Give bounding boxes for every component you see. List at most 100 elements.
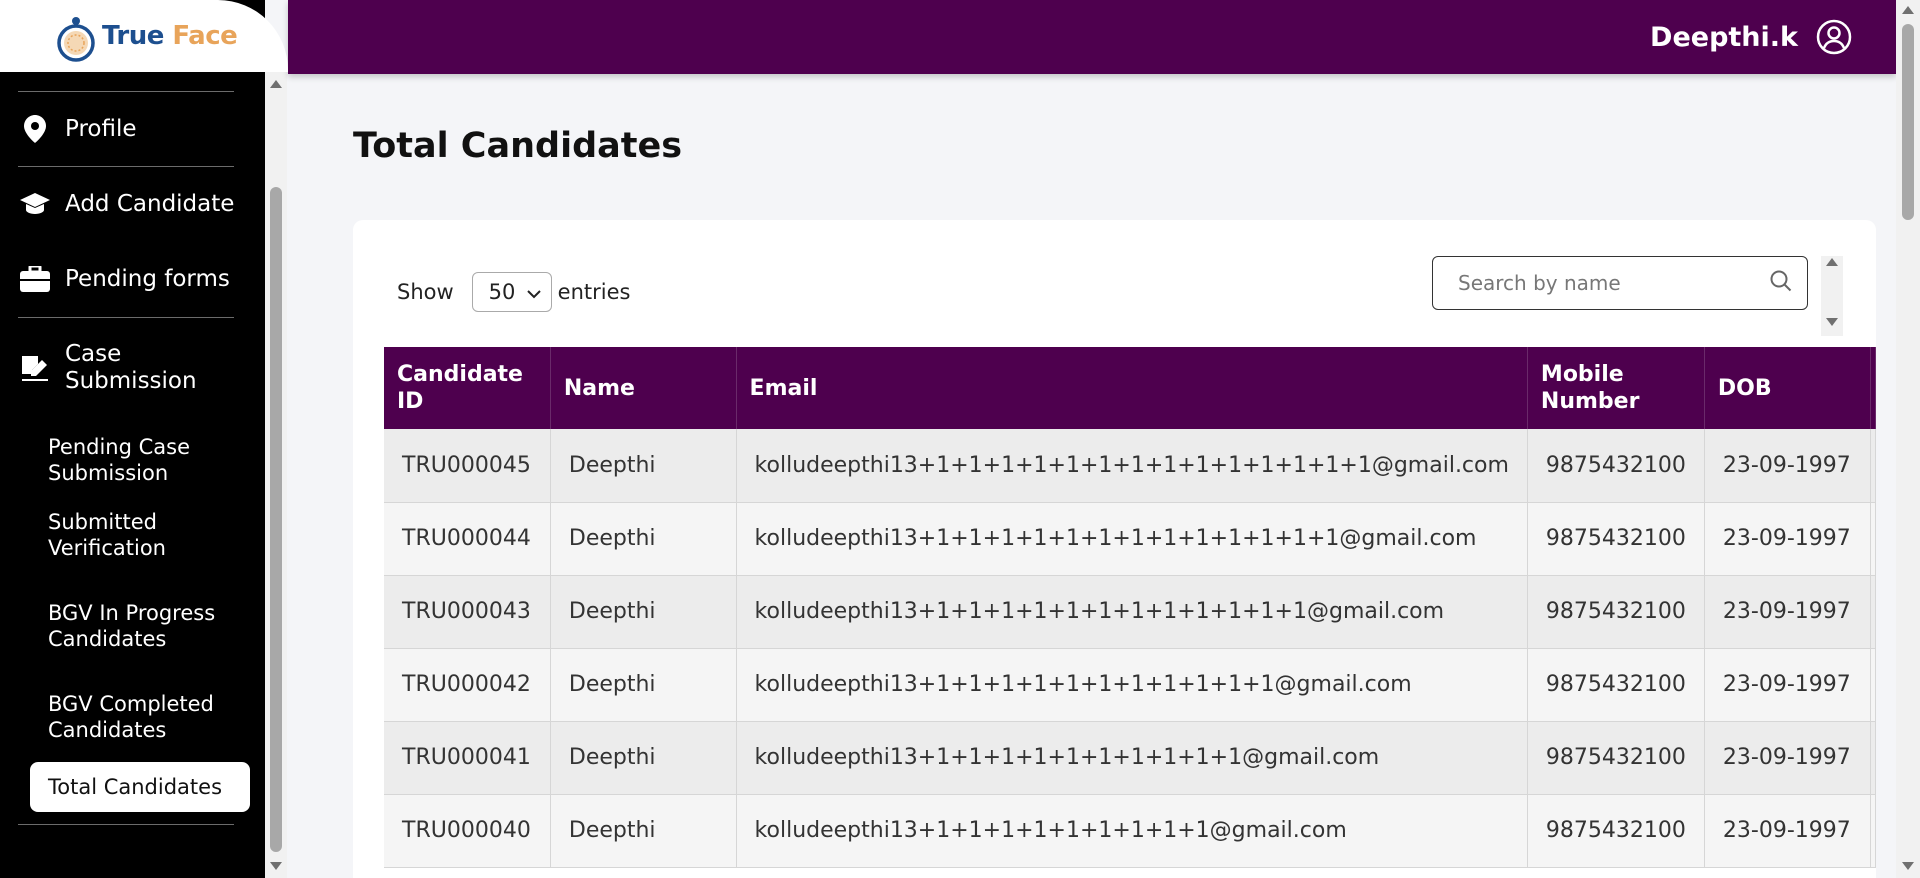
cell-mobile-number: 9875432100 [1527,648,1705,722]
sidebar: Profile Add Candidate Pending forms Case… [0,0,265,878]
table-row[interactable]: TRU000041 Deepthi kolludeepthi13+1+1+1+1… [384,721,1876,795]
show-label: Show [397,280,454,304]
cell-overflow [1870,575,1876,649]
scroll-down-arrow-icon[interactable] [1902,862,1914,870]
page-scrollbar[interactable] [1896,0,1920,878]
top-header: Deepthi.k [288,0,1896,74]
search-icon[interactable] [1769,269,1793,297]
scroll-down-arrow-icon[interactable] [1826,318,1838,326]
scrollbar-thumb[interactable] [1902,24,1914,220]
sidebar-item-add-candidate[interactable]: Add Candidate [0,167,265,241]
cell-name: Deepthi [550,794,737,868]
cell-candidate-id: TRU000041 [384,721,551,795]
cell-dob: 23-09-1997 [1704,794,1872,868]
sidebar-item-label: Pending forms [65,266,230,292]
cell-overflow [1870,648,1876,722]
sidebar-subitem-submitted-verification[interactable]: Submitted Verification [0,509,265,600]
cell-overflow [1870,429,1876,503]
cell-email: kolludeepthi13+1+1+1+1+1+1+1+1+1+1@gmail… [736,721,1528,795]
search-box[interactable] [1432,256,1808,310]
column-header-candidate-id[interactable]: Candidate ID [384,347,551,429]
brand-name-part2: Face [163,21,238,51]
user-name[interactable]: Deepthi.k [1650,22,1798,53]
user-avatar-icon[interactable] [1816,19,1852,55]
table-row[interactable]: TRU000045 Deepthi kolludeepthi13+1+1+1+1… [384,429,1876,503]
search-area-scrollbar[interactable] [1821,256,1843,336]
search-input[interactable] [1458,271,1769,295]
cell-email: kolludeepthi13+1+1+1+1+1+1+1+1+1+1+1+1+1… [736,429,1528,503]
briefcase-icon [20,264,50,294]
logo[interactable]: True Face [0,0,288,72]
column-header-name[interactable]: Name [550,347,737,429]
cell-name: Deepthi [550,648,737,722]
sidebar-subitem-label: BGV In Progress Candidates [48,601,216,651]
page-title: Total Candidates [353,126,683,166]
cell-overflow [1870,721,1876,795]
candidates-card: Show 50 entries Candidate ID Name Email … [353,220,1876,878]
scroll-up-arrow-icon[interactable] [1826,258,1838,266]
cell-name: Deepthi [550,575,737,649]
scrollbar-thumb[interactable] [270,187,282,852]
brand-name-part1: True [102,21,164,51]
table-row[interactable]: TRU000044 Deepthi kolludeepthi13+1+1+1+1… [384,502,1876,576]
cell-mobile-number: 9875432100 [1527,575,1705,649]
column-header-email[interactable]: Email [736,347,1528,429]
scroll-up-arrow-icon[interactable] [1902,6,1914,14]
candidates-table: Candidate ID Name Email Mobile Number DO… [384,347,1876,868]
cell-overflow [1870,794,1876,868]
cell-dob: 23-09-1997 [1704,502,1872,576]
sidebar-subitem-label: BGV Completed Candidates [48,692,214,742]
entries-select[interactable]: 50 [471,272,552,312]
cell-overflow [1870,502,1876,576]
entries-label: entries [557,280,631,304]
sidebar-item-pending-forms[interactable]: Pending forms [0,241,265,317]
sidebar-subitem-label: Total Candidates [48,775,223,799]
cell-mobile-number: 9875432100 [1527,721,1705,795]
chevron-down-icon [526,280,541,304]
table-header-row: Candidate ID Name Email Mobile Number DO… [384,347,1876,429]
sidebar-item-case-submission[interactable]: Case Submission [0,318,265,418]
sidebar-subitem-pending-case-submission[interactable]: Pending Case Submission [0,418,265,509]
cell-name: Deepthi [550,502,737,576]
sidebar-subitem-bgv-completed[interactable]: BGV Completed Candidates [0,691,265,762]
cell-dob: 23-09-1997 [1704,575,1872,649]
cell-mobile-number: 9875432100 [1527,429,1705,503]
cell-email: kolludeepthi13+1+1+1+1+1+1+1+1+1@gmail.c… [736,794,1528,868]
sidebar-item-label: Profile [65,116,137,142]
table-row[interactable]: TRU000043 Deepthi kolludeepthi13+1+1+1+1… [384,575,1876,649]
cell-name: Deepthi [550,429,737,503]
sidebar-item-profile[interactable]: Profile [0,92,265,166]
sidebar-nav: Profile Add Candidate Pending forms Case… [0,72,265,825]
sidebar-subitem-bgv-in-progress[interactable]: BGV In Progress Candidates [0,600,265,691]
cell-mobile-number: 9875432100 [1527,794,1705,868]
cell-dob: 23-09-1997 [1704,429,1872,503]
cell-dob: 23-09-1997 [1704,648,1872,722]
scroll-up-arrow-icon[interactable] [270,80,282,88]
sidebar-item-label: Case Submission [65,341,197,394]
sidebar-scrollbar[interactable] [265,72,287,878]
cell-candidate-id: TRU000043 [384,575,551,649]
cell-email: kolludeepthi13+1+1+1+1+1+1+1+1+1+1+1+1@g… [736,575,1528,649]
cell-email: kolludeepthi13+1+1+1+1+1+1+1+1+1+1+1@gma… [736,648,1528,722]
cell-candidate-id: TRU000042 [384,648,551,722]
table-row[interactable]: TRU000040 Deepthi kolludeepthi13+1+1+1+1… [384,794,1876,868]
column-header-overflow [1870,347,1876,429]
cell-candidate-id: TRU000045 [384,429,551,503]
brand-name: True Face [102,21,238,51]
logo-icon [56,16,96,62]
cell-mobile-number: 9875432100 [1527,502,1705,576]
cell-dob: 23-09-1997 [1704,721,1872,795]
column-header-dob[interactable]: DOB [1704,347,1872,429]
entries-control: Show 50 entries [397,272,630,312]
table-row[interactable]: TRU000042 Deepthi kolludeepthi13+1+1+1+1… [384,648,1876,722]
cell-name: Deepthi [550,721,737,795]
scroll-down-arrow-icon[interactable] [270,862,282,870]
column-header-mobile-number[interactable]: Mobile Number [1527,347,1705,429]
cell-candidate-id: TRU000044 [384,502,551,576]
sidebar-item-label: Add Candidate [65,191,235,217]
signature-icon [20,353,50,383]
cell-candidate-id: TRU000040 [384,794,551,868]
sidebar-subitem-total-candidates[interactable]: Total Candidates [30,762,250,812]
location-pin-icon [20,114,50,144]
sidebar-subitem-label: Pending Case Submission [48,435,191,485]
